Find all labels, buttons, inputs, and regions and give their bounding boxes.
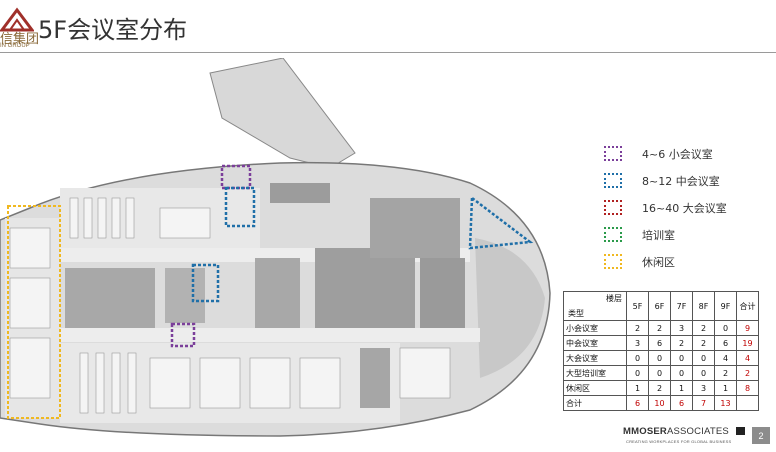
table-cell: 0	[648, 350, 671, 366]
column-total: 7	[692, 395, 715, 411]
column-header: 8F	[692, 291, 715, 321]
row-total: 9	[736, 320, 759, 336]
table-row: 小会议室 2 2 3 2 0 9	[563, 320, 759, 336]
legend-label: 培训室	[642, 228, 675, 242]
core-block-1	[65, 268, 155, 328]
meeting-room-table: 楼层 类型 5F 6F 7F 8F 9F 合计 小会议室 2 2 3 2 0 9…	[563, 291, 759, 411]
row-label: 大会议室	[563, 350, 627, 366]
page-number: 2	[752, 427, 770, 444]
core-block-7	[360, 348, 390, 408]
grand-total	[736, 395, 759, 411]
table-cell: 0	[648, 365, 671, 381]
page-title: 5F会议室分布	[38, 16, 188, 44]
corner-type-label: 类型	[568, 309, 584, 318]
legend-label: 4~6 小会议室	[642, 147, 713, 161]
table-total-row: 合计 6 10 6 7 13	[563, 395, 759, 411]
row-label: 小会议室	[563, 320, 627, 336]
table-cell: 0	[692, 350, 715, 366]
table-row: 大型培训室 0 0 0 0 2 2	[563, 365, 759, 381]
footer-tagline: CREATING WORKPLACES FOR GLOBAL BUSINESS	[626, 439, 732, 444]
table-cell: 2	[692, 335, 715, 351]
table-cell: 2	[648, 320, 671, 336]
legend-item-medium-meeting: 8~12 中会议室	[604, 167, 764, 194]
table-header-row: 楼层 类型 5F 6F 7F 8F 9F 合计	[563, 291, 759, 321]
table-cell: 6	[714, 335, 737, 351]
table-cell: 0	[714, 320, 737, 336]
table-cell: 1	[714, 380, 737, 396]
legend-label: 休闲区	[642, 255, 675, 269]
row-total: 4	[736, 350, 759, 366]
row-total: 19	[736, 335, 759, 351]
table-cell: 1	[626, 380, 649, 396]
table-cell: 0	[670, 350, 693, 366]
table-cell: 2	[692, 320, 715, 336]
table-cell: 2	[714, 365, 737, 381]
legend: 4~6 小会议室 8~12 中会议室 16~40 大会议室 培训室 休闲区	[604, 140, 764, 275]
legend-item-leisure: 休闲区	[604, 248, 764, 275]
table-cell: 3	[670, 320, 693, 336]
column-header: 6F	[648, 291, 671, 321]
core-block-6	[420, 258, 465, 328]
row-label: 合计	[563, 395, 627, 411]
table-cell: 2	[670, 335, 693, 351]
column-header: 7F	[670, 291, 693, 321]
core-block-3	[255, 258, 300, 328]
footer-brand: MMOSERASSOCIATES	[623, 426, 729, 437]
row-total: 8	[736, 380, 759, 396]
row-label: 休闲区	[563, 380, 627, 396]
table-cell: 2	[648, 380, 671, 396]
table-cell: 3	[626, 335, 649, 351]
column-header: 5F	[626, 291, 649, 321]
legend-item-large-meeting: 16~40 大会议室	[604, 194, 764, 221]
swatch-leisure	[604, 254, 622, 269]
column-header: 9F	[714, 291, 737, 321]
table-cell: 2	[626, 320, 649, 336]
brand-square-icon	[736, 427, 745, 435]
legend-label: 8~12 中会议室	[642, 174, 720, 188]
core-block-2	[165, 268, 205, 323]
table-cell: 4	[714, 350, 737, 366]
table-cell: 0	[626, 365, 649, 381]
table-corner: 楼层 类型	[563, 291, 627, 321]
corridor-south	[60, 328, 480, 342]
logo-subtext: IN GROUP	[0, 43, 30, 49]
brand-rest: ASSOCIATES	[666, 426, 729, 437]
table-cell: 0	[670, 365, 693, 381]
column-total: 13	[714, 395, 737, 411]
table-row: 中会议室 3 6 2 2 6 19	[563, 335, 759, 351]
core-block-5	[370, 198, 460, 258]
swatch-small-meeting	[604, 146, 622, 161]
legend-item-training: 培训室	[604, 221, 764, 248]
table-row: 休闲区 1 2 1 3 1 8	[563, 380, 759, 396]
table-row: 大会议室 0 0 0 0 4 4	[563, 350, 759, 366]
row-label: 中会议室	[563, 335, 627, 351]
column-header: 合计	[736, 291, 759, 321]
row-label: 大型培训室	[563, 365, 627, 381]
swatch-medium-meeting	[604, 173, 622, 188]
column-total: 10	[648, 395, 671, 411]
brand-bold: MMOSER	[623, 426, 667, 437]
swatch-training	[604, 227, 622, 242]
column-total: 6	[670, 395, 693, 411]
header-divider	[0, 52, 776, 53]
core-block-4	[315, 248, 415, 328]
legend-label: 16~40 大会议室	[642, 201, 727, 215]
table-cell: 0	[626, 350, 649, 366]
corner-floor-label: 楼层	[606, 294, 622, 303]
column-total: 6	[626, 395, 649, 411]
building-annex	[209, 58, 356, 169]
floor-plan	[0, 58, 551, 437]
table-cell: 1	[670, 380, 693, 396]
row-total: 2	[736, 365, 759, 381]
table-cell: 3	[692, 380, 715, 396]
table-cell: 6	[648, 335, 671, 351]
legend-item-small-meeting: 4~6 小会议室	[604, 140, 764, 167]
core-block-8	[270, 183, 330, 203]
swatch-large-meeting	[604, 200, 622, 215]
table-cell: 0	[692, 365, 715, 381]
